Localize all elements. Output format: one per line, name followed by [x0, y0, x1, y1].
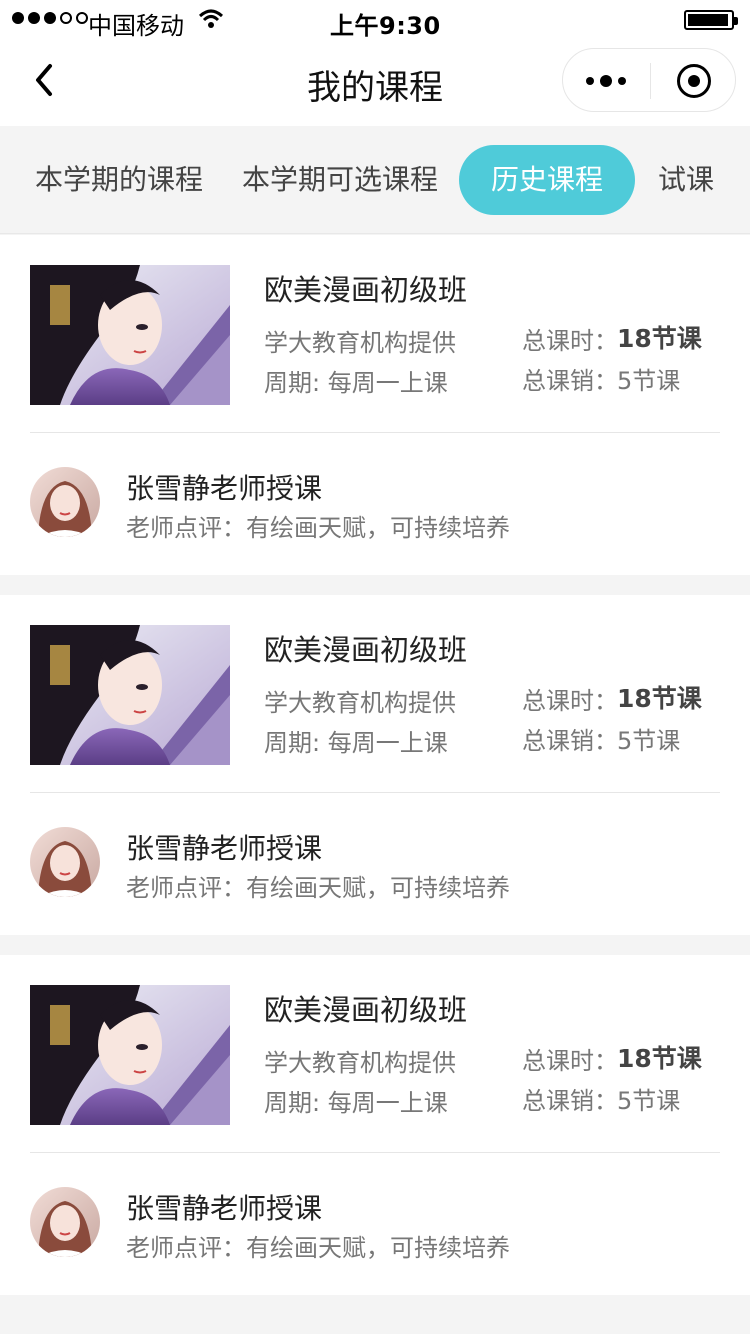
tab-current-semester[interactable]: 本学期的课程	[20, 145, 218, 215]
carrier-name: 中国移动	[88, 12, 184, 40]
signal-icon	[12, 12, 88, 24]
tab-trial-class[interactable]: 试课	[648, 145, 724, 215]
card-divider	[30, 432, 720, 433]
battery-icon	[684, 10, 738, 30]
status-bar: 中国移动 上午9:30	[0, 0, 750, 40]
consumed-lessons-label: 总课销：	[522, 1087, 618, 1115]
course-card[interactable]: 欧美漫画初级班 学大教育机构提供 周期: 每周一上课 总课时： 18节课 总课销…	[0, 595, 750, 935]
card-divider	[30, 792, 720, 793]
teacher-review: 老师点评：有绘画天赋，可持续培养	[126, 514, 510, 542]
teacher-review: 老师点评：有绘画天赋，可持续培养	[126, 874, 510, 902]
total-hours-label: 总课时：	[522, 1047, 618, 1075]
course-thumbnail	[30, 985, 230, 1125]
tab-history-courses[interactable]: 历史课程	[459, 145, 635, 215]
tab-optional-courses[interactable]: 本学期可选课程	[232, 145, 448, 215]
course-title: 欧美漫画初级班	[264, 993, 468, 1027]
course-period: 周期: 每周一上课	[264, 729, 448, 757]
teacher-avatar	[30, 467, 100, 537]
course-provider: 学大教育机构提供	[264, 329, 456, 357]
teacher-avatar	[30, 827, 100, 897]
consumed-lessons-label: 总课销：	[522, 367, 618, 395]
consumed-lessons-label: 总课销：	[522, 727, 618, 755]
course-period: 周期: 每周一上课	[264, 1089, 448, 1117]
teacher-review: 老师点评：有绘画天赋，可持续培养	[126, 1234, 510, 1262]
total-hours-label: 总课时：	[522, 687, 618, 715]
teacher-name: 张雪静老师授课	[126, 472, 323, 505]
capsule-divider	[650, 63, 651, 99]
course-title: 欧美漫画初级班	[264, 273, 468, 307]
nav-bar: 我的课程	[0, 40, 750, 126]
consumed-lessons-value: 5节课	[617, 367, 681, 395]
mini-program-capsule	[562, 48, 736, 112]
course-provider: 学大教育机构提供	[264, 689, 456, 717]
course-thumbnail	[30, 265, 230, 405]
teacher-avatar	[30, 1187, 100, 1257]
wifi-icon	[198, 9, 224, 28]
card-divider	[30, 1152, 720, 1153]
total-hours-value: 18节课	[617, 1044, 702, 1073]
course-tabs: 本学期的课程 本学期可选课程 历史课程 试课	[0, 126, 750, 234]
total-hours-label: 总课时：	[522, 327, 618, 355]
more-options-icon[interactable]	[563, 49, 649, 113]
consumed-lessons-value: 5节课	[617, 1087, 681, 1115]
teacher-name: 张雪静老师授课	[126, 832, 323, 865]
course-period: 周期: 每周一上课	[264, 369, 448, 397]
close-target-icon[interactable]	[677, 64, 711, 98]
course-provider: 学大教育机构提供	[264, 1049, 456, 1077]
status-time: 上午9:30	[330, 12, 441, 40]
course-title: 欧美漫画初级班	[264, 633, 468, 667]
course-thumbnail	[30, 625, 230, 765]
consumed-lessons-value: 5节课	[617, 727, 681, 755]
course-card[interactable]: 欧美漫画初级班 学大教育机构提供 周期: 每周一上课 总课时： 18节课 总课销…	[0, 955, 750, 1295]
teacher-name: 张雪静老师授课	[126, 1192, 323, 1225]
course-card[interactable]: 欧美漫画初级班 学大教育机构提供 周期: 每周一上课 总课时： 18节课 总课销…	[0, 235, 750, 575]
total-hours-value: 18节课	[617, 324, 702, 353]
total-hours-value: 18节课	[617, 684, 702, 713]
